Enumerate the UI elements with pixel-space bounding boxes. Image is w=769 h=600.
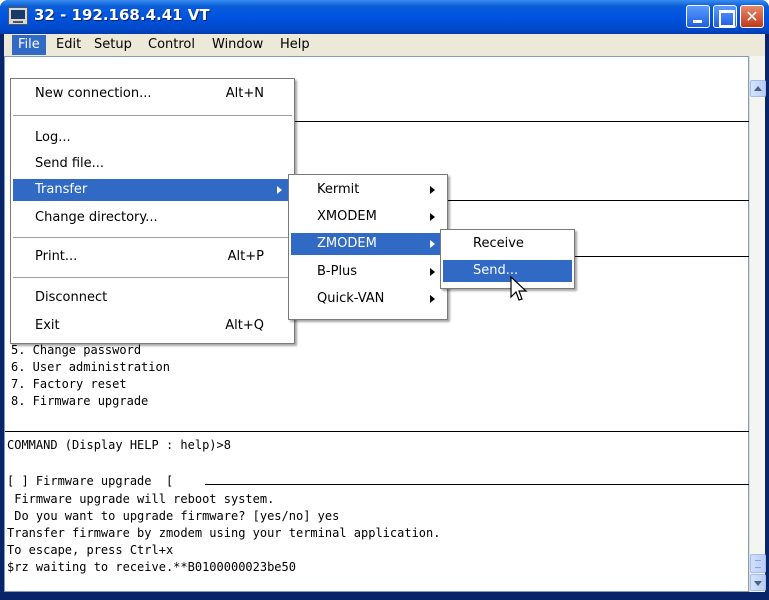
- submenu-arrow-icon: [430, 213, 435, 221]
- minimize-button[interactable]: [686, 5, 710, 28]
- terminal-line: 7. Factory reset: [11, 377, 127, 391]
- menu-item-b-plus[interactable]: B-Plus: [291, 261, 445, 283]
- menu-separator: [13, 237, 292, 239]
- terminal-line: Transfer firmware by zmodem using your t…: [7, 526, 441, 540]
- terminal-line: [ ] Firmware upgrade [: [7, 474, 174, 488]
- terminal-rule: [205, 484, 749, 485]
- menu-item-label: Log...: [35, 130, 71, 145]
- title-bar[interactable]: 32 - 192.168.4.41 VT ✕: [0, 0, 769, 34]
- menu-item-new-connection[interactable]: New connection... Alt+N: [13, 83, 292, 105]
- menu-item-label: Transfer: [35, 182, 88, 197]
- menu-item-disconnect[interactable]: Disconnect: [13, 287, 292, 309]
- scroll-down-button[interactable]: [750, 574, 766, 591]
- menu-bar: File Edit Setup Control Window Help: [4, 34, 765, 56]
- terminal-line: 8. Firmware upgrade: [11, 394, 149, 408]
- menu-item-label: Change directory...: [35, 210, 158, 225]
- menu-item-label: New connection...: [35, 86, 152, 101]
- scroll-thumb[interactable]: [750, 554, 766, 573]
- menu-item-kermit[interactable]: Kermit: [291, 179, 445, 201]
- terminal-line: 5. Change password: [11, 343, 142, 357]
- terminal-rule: [575, 256, 749, 257]
- submenu-arrow-icon: [430, 186, 435, 194]
- menu-item-label: XMODEM: [317, 209, 377, 224]
- terminal-rule: [445, 200, 749, 201]
- vertical-scrollbar[interactable]: [749, 56, 766, 592]
- menu-edit[interactable]: Edit: [50, 35, 87, 55]
- menu-item-label: Quick-VAN: [317, 291, 385, 306]
- terminal-rule: [285, 121, 749, 122]
- submenu-arrow-icon: [430, 240, 435, 248]
- maximize-button[interactable]: [713, 5, 737, 28]
- menu-control[interactable]: Control: [142, 35, 201, 55]
- terminal-line: Firmware upgrade will reboot system.: [7, 492, 275, 506]
- submenu-arrow-icon: [430, 268, 435, 276]
- window-bottom-border: [0, 592, 769, 600]
- menu-item-xmodem[interactable]: XMODEM: [291, 206, 445, 228]
- menu-item-log[interactable]: Log...: [13, 127, 292, 149]
- menu-item-label: Kermit: [317, 182, 360, 197]
- scroll-up-button[interactable]: [750, 80, 766, 97]
- menu-item-send-file[interactable]: Send file...: [13, 153, 292, 175]
- menu-file[interactable]: File: [12, 35, 46, 55]
- menu-item-label: Disconnect: [35, 290, 108, 305]
- menu-separator: [13, 277, 292, 279]
- close-icon: ✕: [745, 7, 759, 26]
- menu-help[interactable]: Help: [274, 35, 316, 55]
- submenu-arrow-icon: [430, 295, 435, 303]
- menu-item-send[interactable]: Send...: [443, 260, 572, 282]
- menu-item-label: Print...: [35, 249, 78, 264]
- menu-item-exit[interactable]: Exit Alt+Q: [13, 315, 292, 337]
- menu-item-quick-van[interactable]: Quick-VAN: [291, 288, 445, 310]
- menu-separator: [13, 115, 292, 117]
- menu-item-label: B-Plus: [317, 264, 358, 279]
- menu-item-transfer[interactable]: Transfer: [13, 179, 292, 201]
- menu-item-change-directory[interactable]: Change directory...: [13, 207, 292, 229]
- terminal-rule: [5, 431, 749, 432]
- menu-item-shortcut: Alt+Q: [225, 318, 264, 333]
- terminal-app-icon[interactable]: [8, 7, 28, 25]
- window-title: 32 - 192.168.4.41 VT: [34, 6, 210, 24]
- transfer-submenu: Kermit XMODEM ZMODEM B-Plus Quick-VAN: [288, 174, 448, 320]
- menu-window[interactable]: Window: [206, 35, 269, 55]
- menu-item-shortcut: Alt+N: [225, 86, 264, 101]
- menu-item-label: Send file...: [35, 156, 105, 171]
- terminal-line: To escape, press Ctrl+x: [7, 543, 174, 557]
- terminal-line: COMMAND (Display HELP : help)>8: [7, 438, 231, 452]
- close-button[interactable]: ✕: [740, 5, 764, 28]
- file-menu: New connection... Alt+N Log... Send file…: [10, 78, 295, 344]
- menu-item-label: Exit: [35, 318, 60, 333]
- menu-setup[interactable]: Setup: [88, 35, 138, 55]
- menu-item-label: Receive: [473, 236, 524, 251]
- terminal-line: Do you want to upgrade firmware? [yes/no…: [7, 509, 340, 523]
- menu-item-receive[interactable]: Receive: [443, 233, 572, 255]
- menu-item-label: ZMODEM: [317, 236, 377, 251]
- zmodem-submenu: Receive Send...: [440, 229, 575, 289]
- submenu-arrow-icon: [277, 186, 282, 194]
- menu-item-print[interactable]: Print... Alt+P: [13, 246, 292, 268]
- mouse-pointer-icon: [510, 276, 528, 301]
- terminal-line: $rz waiting to receive.**B0100000023be50: [7, 560, 296, 574]
- terminal-line: 6. User administration: [11, 360, 170, 374]
- menu-item-shortcut: Alt+P: [227, 249, 264, 264]
- menu-item-zmodem[interactable]: ZMODEM: [291, 233, 445, 255]
